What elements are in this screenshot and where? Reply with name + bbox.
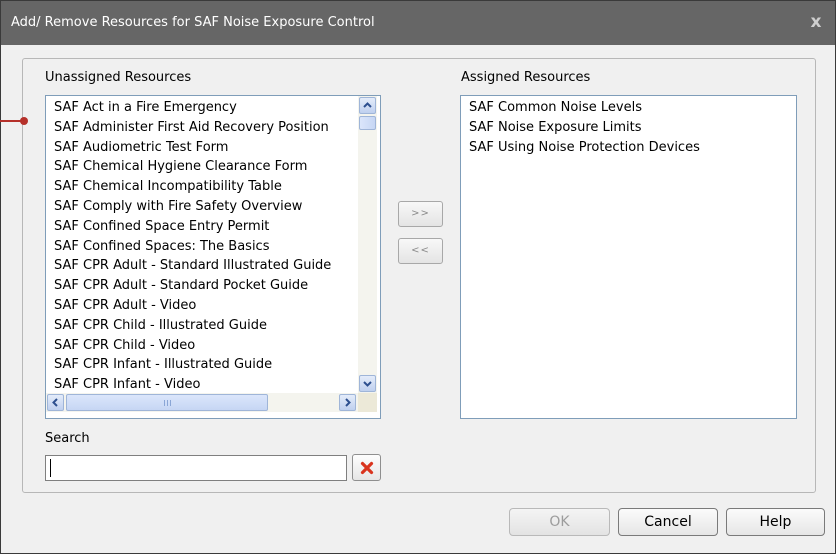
scroll-up-button[interactable] — [359, 97, 376, 114]
scroll-right-button[interactable] — [339, 394, 356, 411]
list-item[interactable]: SAF CPR Adult - Standard Illustrated Gui… — [54, 256, 331, 275]
clear-search-button[interactable] — [352, 454, 381, 481]
assigned-label: Assigned Resources — [461, 70, 591, 85]
chevron-left-icon — [52, 398, 58, 407]
vertical-scrollbar[interactable] — [358, 96, 377, 393]
cancel-button[interactable]: Cancel — [618, 508, 718, 536]
title-bar: Add/ Remove Resources for SAF Noise Expo… — [1, 1, 835, 45]
list-item[interactable]: SAF Common Noise Levels — [469, 98, 642, 117]
annotation-pointer-dot — [20, 117, 28, 125]
list-item[interactable]: SAF CPR Child - Video — [54, 336, 195, 355]
list-item[interactable]: SAF Chemical Hygiene Clearance Form — [54, 157, 307, 176]
scroll-left-button[interactable] — [47, 394, 64, 411]
assigned-list[interactable]: SAF Common Noise Levels SAF Noise Exposur… — [460, 95, 797, 419]
clear-x-icon — [360, 461, 374, 475]
list-item[interactable]: SAF Act in a Fire Emergency — [54, 98, 237, 117]
list-item[interactable]: SAF CPR Infant - Video — [54, 375, 200, 394]
list-item[interactable]: SAF Audiometric Test Form — [54, 138, 228, 157]
list-item[interactable]: SAF Chemical Incompatibility Table — [54, 177, 282, 196]
annotation-pointer-line — [0, 120, 22, 122]
scrollbar-corner — [358, 393, 377, 412]
list-item[interactable]: SAF CPR Adult - Video — [54, 296, 196, 315]
dialog-window: Add/ Remove Resources for SAF Noise Expo… — [0, 0, 836, 554]
grip-icon — [164, 400, 173, 406]
list-item[interactable]: SAF CPR Child - Illustrated Guide — [54, 316, 267, 335]
list-item[interactable]: SAF Noise Exposure Limits — [469, 118, 642, 137]
search-input[interactable] — [45, 455, 347, 481]
scroll-down-button[interactable] — [359, 375, 376, 392]
list-item[interactable]: SAF CPR Infant - Illustrated Guide — [54, 355, 272, 374]
horizontal-scroll-thumb[interactable] — [66, 394, 268, 411]
help-button[interactable]: Help — [726, 508, 825, 536]
unassigned-label: Unassigned Resources — [45, 70, 192, 85]
vertical-scroll-thumb[interactable] — [359, 116, 376, 130]
list-item[interactable]: SAF Comply with Fire Safety Overview — [54, 197, 302, 216]
chevron-up-icon — [363, 102, 372, 108]
close-icon[interactable]: x — [807, 13, 825, 31]
list-item[interactable]: SAF Confined Space Entry Permit — [54, 217, 269, 236]
text-caret — [50, 459, 51, 477]
list-item[interactable]: SAF Administer First Aid Recovery Positi… — [54, 118, 329, 137]
chevron-right-icon — [345, 398, 351, 407]
list-item[interactable]: SAF Using Noise Protection Devices — [469, 138, 700, 157]
remove-resource-button[interactable]: << — [398, 238, 443, 264]
horizontal-scrollbar[interactable] — [46, 393, 358, 412]
ok-button[interactable]: OK — [509, 508, 610, 536]
chevron-down-icon — [363, 381, 372, 387]
dialog-title: Add/ Remove Resources for SAF Noise Expo… — [11, 15, 375, 30]
list-item[interactable]: SAF Confined Spaces: The Basics — [54, 237, 269, 256]
unassigned-list[interactable]: SAF Act in a Fire Emergency SAF Administe… — [45, 95, 381, 419]
list-item[interactable]: SAF CPR Adult - Standard Pocket Guide — [54, 276, 308, 295]
search-label: Search — [45, 431, 90, 446]
add-resource-button[interactable]: >> — [398, 201, 443, 227]
